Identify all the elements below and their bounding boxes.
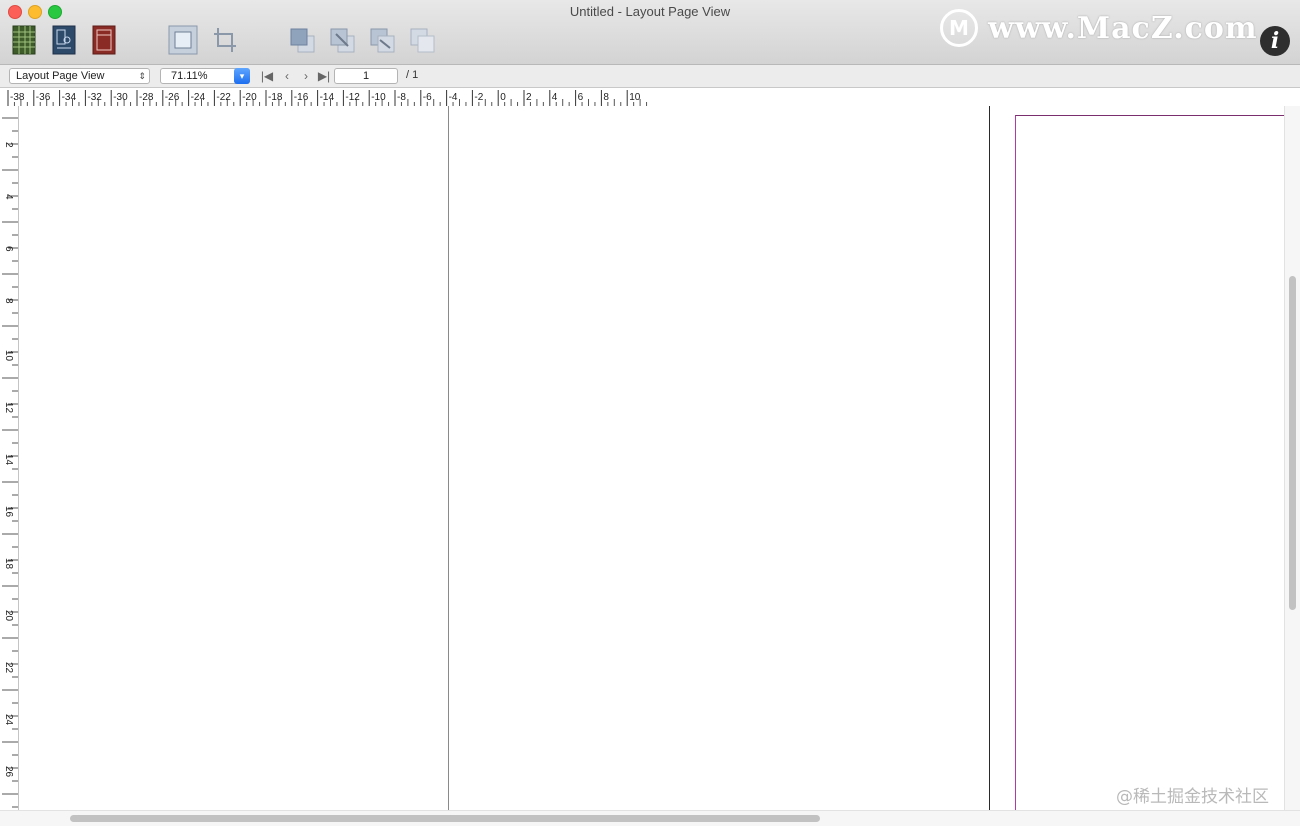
ruler-label: -16 (294, 92, 309, 103)
ruler-label: -26 (165, 92, 180, 103)
ruler-label: 26 (3, 766, 14, 778)
horizontal-ruler-scale: -38 -36 -34 -32 -30 -28 -26 -24 -22 -20 -18 -16 -14-… (7, 90, 648, 106)
horizontal-ruler: -38 -36 -34 -32 -30 -28 -26 -24 -22 -20 -18 -16 -14-… (0, 88, 1300, 107)
card-view-icon (52, 25, 76, 55)
bring-forward-icon (330, 28, 355, 53)
send-backward-button[interactable] (368, 24, 398, 56)
updown-chevron-icon: ⇕ (138, 71, 146, 81)
vertical-scroll-thumb[interactable] (1289, 276, 1296, 610)
ruler-label: 12 (3, 402, 14, 414)
ruler-label: -4 (449, 92, 458, 103)
vertical-scrollbar[interactable] (1284, 106, 1300, 810)
ruler-label: 18 (3, 558, 14, 570)
ruler-label: -22 (216, 92, 231, 103)
ruler-label: 10 (629, 92, 641, 103)
bring-to-front-button[interactable] (288, 24, 318, 56)
info-button[interactable]: i (1260, 26, 1290, 56)
frame-icon (168, 25, 198, 55)
zoom-combobox[interactable]: 71.11% ▾ (160, 68, 250, 84)
ruler-label: -18 (268, 92, 283, 103)
ruler-label: -2 (474, 92, 483, 103)
send-backward-icon (370, 28, 395, 53)
ruler-label: -36 (36, 92, 51, 103)
crop-icon (214, 28, 236, 52)
ruler-label: -20 (242, 92, 257, 103)
zoom-value: 71.11% (171, 70, 208, 82)
bring-front-icon (290, 28, 315, 53)
watermark-text: www.MacZ.com (988, 10, 1258, 46)
ruler-label: 8 (603, 92, 609, 103)
spreadsheet-view-button[interactable] (10, 24, 40, 56)
vertical-ruler-scale: 2468101214161820222426 (2, 117, 18, 821)
ruler-label: 20 (3, 610, 14, 622)
crop-button[interactable] (210, 24, 240, 56)
view-mode-value: Layout Page View (16, 70, 105, 82)
ruler-label: -30 (113, 92, 128, 103)
send-back-icon (410, 28, 435, 53)
last-page-button[interactable]: ▶| (315, 68, 333, 84)
chevron-right-icon: › (304, 69, 308, 83)
ruler-label: 10 (3, 350, 14, 362)
page-margin-guide (1015, 115, 1284, 810)
view-mode-select[interactable]: Layout Page View ⇕ (9, 68, 150, 84)
ruler-label: 14 (3, 454, 14, 466)
app-window: Untitled - Layout Page View M www.MacZ.c… (0, 0, 1300, 826)
layout-canvas[interactable] (19, 106, 1284, 810)
ruler-label: -10 (371, 92, 386, 103)
ruler-label: -24 (191, 92, 206, 103)
ruler-label: -12 (345, 92, 360, 103)
ruler-label: 22 (3, 662, 14, 674)
page-edge (989, 106, 990, 810)
chevron-down-icon[interactable]: ▾ (234, 68, 250, 84)
bring-forward-button[interactable] (328, 24, 358, 56)
ruler-label: 4 (3, 194, 14, 200)
ruler-label: -32 (87, 92, 102, 103)
ruler-label: -14 (320, 92, 335, 103)
chevron-left-icon: ‹ (285, 69, 289, 83)
page-number-field[interactable]: 1 (334, 68, 398, 84)
column-divider (448, 106, 449, 810)
attribution-text: @稀土掘金技术社区 (1116, 787, 1269, 807)
ruler-label: 6 (3, 246, 14, 252)
first-page-icon: |◀ (260, 69, 274, 83)
ruler-label: 24 (3, 714, 14, 726)
ruler-label: 16 (3, 506, 14, 518)
ruler-label: 2 (526, 92, 532, 103)
navigation-bar: Layout Page View ⇕ 71.11% ▾ |◀ ‹ › ▶| 1 … (0, 65, 1300, 88)
layout-view-button[interactable] (90, 24, 120, 56)
horizontal-scrollbar[interactable] (0, 810, 1300, 826)
first-page-button[interactable]: |◀ (258, 68, 276, 84)
watermark-logo: M (940, 9, 978, 47)
ruler-label: 2 (3, 142, 14, 148)
next-page-button[interactable]: › (297, 68, 315, 84)
page-total: / 1 (406, 69, 419, 81)
layout-view-icon (92, 25, 116, 55)
ruler-label: -8 (397, 92, 406, 103)
ruler-label: 6 (578, 92, 584, 103)
ruler-label: 0 (500, 92, 506, 103)
horizontal-scroll-thumb[interactable] (70, 815, 820, 822)
vertical-ruler: 2 4 6 8 10 12 14 16 18 20 22 24 26 (0, 106, 19, 821)
ruler-label: -38 (10, 92, 25, 103)
ruler-label: -34 (62, 92, 77, 103)
last-page-icon: ▶| (317, 69, 331, 83)
watermark: M www.MacZ.com (940, 8, 1258, 48)
ruler-label: 4 (552, 92, 558, 103)
card-view-button[interactable] (50, 24, 80, 56)
object-frame-button[interactable] (168, 24, 198, 56)
ruler-label: 8 (3, 298, 14, 304)
send-to-back-button[interactable] (408, 24, 438, 56)
spreadsheet-icon (12, 25, 36, 55)
previous-page-button[interactable]: ‹ (278, 68, 296, 84)
ruler-label: -6 (423, 92, 432, 103)
ruler-label: -28 (139, 92, 154, 103)
title-bar: Untitled - Layout Page View M www.MacZ.c… (0, 0, 1300, 65)
